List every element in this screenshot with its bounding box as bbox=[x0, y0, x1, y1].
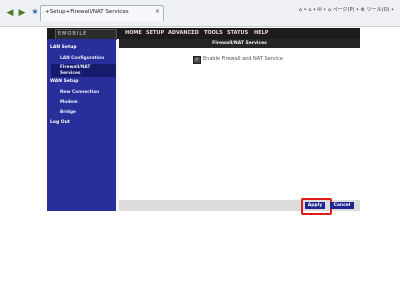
favorites-icon[interactable]: ★ bbox=[30, 7, 40, 17]
browser-tab[interactable]: +Setup+Firewall/NAT Services × bbox=[40, 5, 164, 21]
enable-firewall-checkbox[interactable]: ✓ bbox=[193, 56, 201, 64]
back-icon[interactable]: ◀ bbox=[4, 7, 16, 19]
nav-status[interactable]: STATUS bbox=[227, 30, 248, 36]
sidebar-item-log-out[interactable]: Log Out bbox=[50, 120, 70, 125]
action-bar: Apply Cancel bbox=[119, 198, 360, 215]
nav-home[interactable]: HOME bbox=[125, 30, 142, 36]
page-title: Firewall/NAT Services bbox=[119, 39, 360, 48]
apply-button[interactable]: Apply bbox=[305, 202, 325, 209]
sidebar-item-lan-configuration[interactable]: LAN Configuration bbox=[60, 56, 104, 61]
top-nav: EMOBILE HOME SETUP ADVANCED TOOLS STATUS… bbox=[47, 28, 360, 40]
content-panel: Firewall/NAT Services ✓ Enable Firewall … bbox=[119, 39, 360, 215]
sidebar-item-modem[interactable]: Modem bbox=[60, 100, 78, 105]
sidebar-heading-wan-setup[interactable]: WAN Setup bbox=[50, 79, 78, 84]
sidebar-item-bridge[interactable]: Bridge bbox=[60, 110, 76, 115]
nav-advanced[interactable]: ADVANCED bbox=[168, 30, 199, 36]
sidebar: LAN Setup LAN Configuration Firewall/NAT… bbox=[47, 39, 116, 211]
nav-setup[interactable]: SETUP bbox=[146, 30, 164, 36]
cancel-button[interactable]: Cancel bbox=[330, 202, 354, 209]
sidebar-item-firewall-nat[interactable]: Firewall/NAT bbox=[60, 65, 90, 70]
browser-toolbar: ◀ ▶ ★ +Setup+Firewall/NAT Services × ⌂ •… bbox=[0, 0, 400, 27]
nav-help[interactable]: HELP bbox=[254, 30, 268, 36]
sidebar-item-firewall-nat-services[interactable]: Services bbox=[60, 71, 80, 76]
tab-title: +Setup+Firewall/NAT Services bbox=[45, 9, 129, 15]
forward-icon[interactable]: ▶ bbox=[16, 7, 28, 19]
enable-firewall-label: Enable Firewall and NAT Service bbox=[203, 56, 283, 62]
router-admin-page: EMOBILE HOME SETUP ADVANCED TOOLS STATUS… bbox=[47, 28, 360, 215]
sidebar-item-new-connection[interactable]: New Connection bbox=[60, 90, 99, 95]
nav-tools[interactable]: TOOLS bbox=[204, 30, 223, 36]
browser-command-bar[interactable]: ⌂ • ⌂ • ✉ • ⌂ ページ(P) • ⚙ ツール(O) • bbox=[299, 6, 394, 13]
sidebar-heading-lan-setup[interactable]: LAN Setup bbox=[50, 45, 77, 50]
close-tab-icon[interactable]: × bbox=[155, 8, 160, 15]
